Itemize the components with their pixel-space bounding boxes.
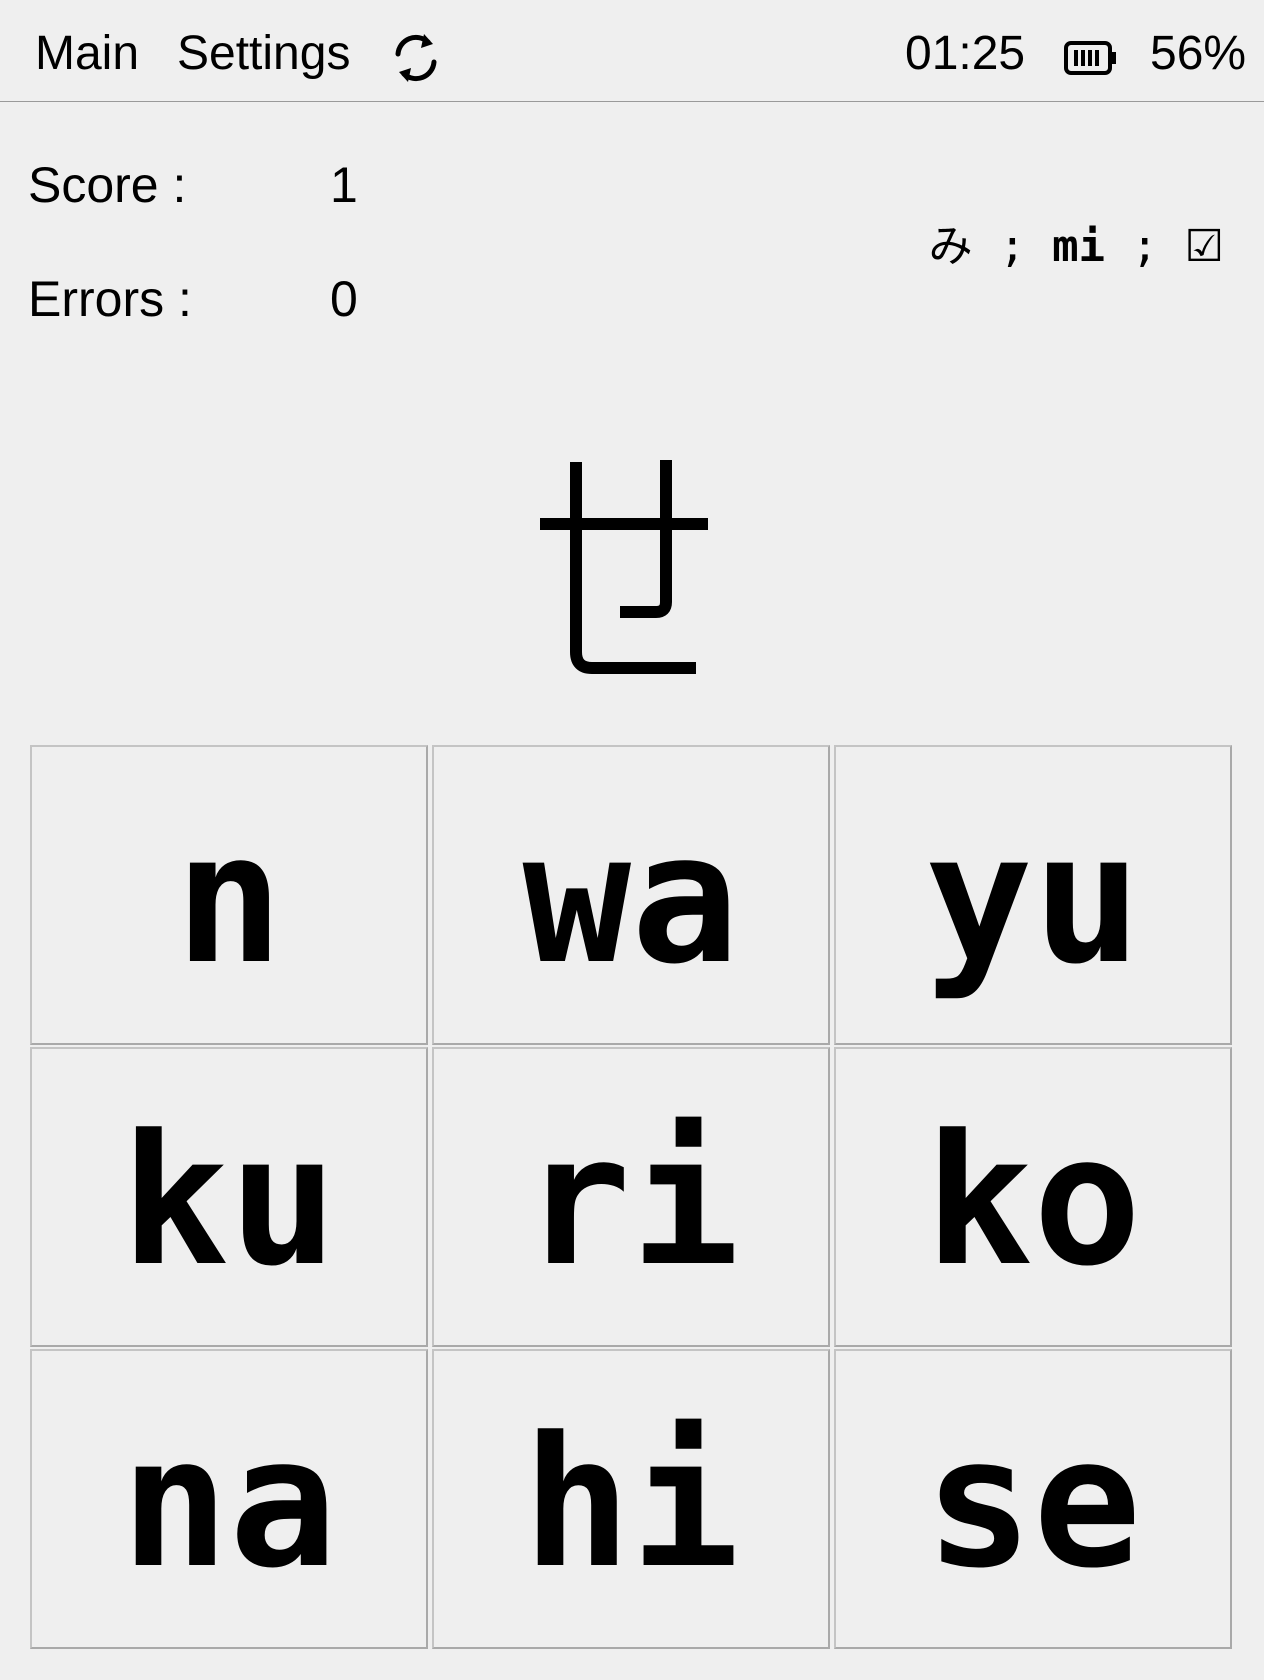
answer-grid: n wa yu ku ri ko na hi se <box>30 745 1235 1650</box>
answer-button[interactable]: na <box>30 1349 428 1649</box>
top-bar: Main Settings 01:25 56% <box>0 0 1264 102</box>
score-value: 1 <box>330 157 358 213</box>
question-kana: せ <box>540 460 708 674</box>
answer-button[interactable]: ku <box>30 1047 428 1347</box>
menu-settings[interactable]: Settings <box>177 26 350 82</box>
answer-button[interactable]: n <box>30 745 428 1045</box>
score-label: Score : <box>28 157 187 213</box>
menu-main[interactable]: Main <box>35 26 139 82</box>
answer-button[interactable]: se <box>834 1349 1232 1649</box>
refresh-icon[interactable] <box>388 30 444 86</box>
last-answer-romaji: mi <box>1052 221 1106 272</box>
answer-button[interactable]: ri <box>432 1047 830 1347</box>
battery-icon <box>1064 41 1116 75</box>
errors-value: 0 <box>330 271 358 327</box>
errors-label: Errors : <box>28 271 192 327</box>
answer-button[interactable]: wa <box>432 745 830 1045</box>
answer-button[interactable]: yu <box>834 745 1232 1045</box>
last-answer-kana: み <box>928 221 973 272</box>
last-answer-separator-2: ; <box>1131 221 1159 272</box>
clock: 01:25 <box>905 27 1026 80</box>
answer-button[interactable]: hi <box>432 1349 830 1649</box>
answer-button[interactable]: ko <box>834 1047 1232 1347</box>
battery-percent: 56% <box>1150 27 1247 80</box>
last-answer-feedback: み ; mi ; ☑ <box>929 220 1224 274</box>
last-answer-separator: ; <box>999 221 1026 272</box>
checkbox-icon: ☑ <box>1184 221 1224 272</box>
